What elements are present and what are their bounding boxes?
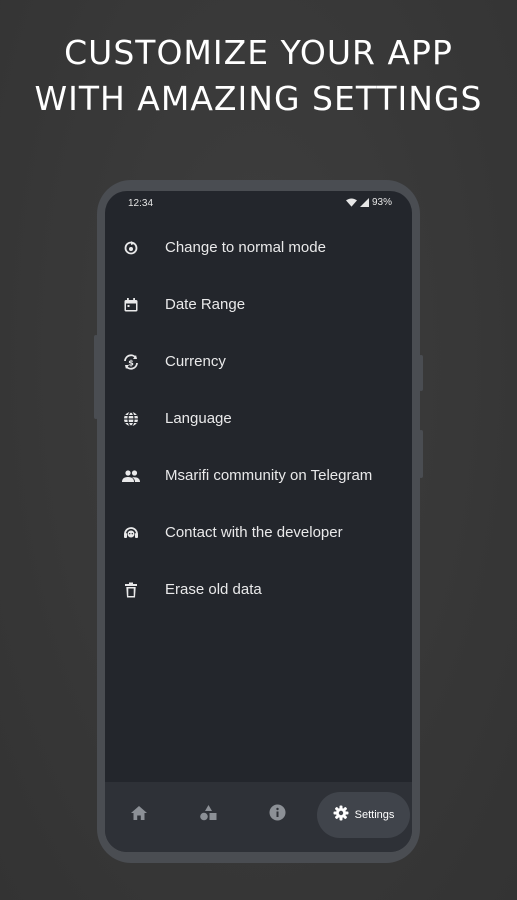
trash-icon <box>122 581 140 599</box>
people-icon <box>122 467 140 485</box>
shapes-icon <box>199 804 217 826</box>
info-icon <box>269 804 286 826</box>
nav-settings-label: Settings <box>354 809 395 821</box>
globe-icon <box>122 410 140 428</box>
currency-exchange-icon: $ <box>122 353 140 371</box>
svg-text:$: $ <box>128 358 134 367</box>
headline-line-2: WITH AMAZING SETTINGS <box>34 79 483 118</box>
menu-item-contact-developer[interactable]: Contact with the developer <box>105 504 412 561</box>
nav-home-button[interactable] <box>116 792 162 838</box>
menu-label: Erase old data <box>165 581 262 598</box>
menu-label: Currency <box>165 353 226 370</box>
phone-frame: 12:34 93% Change to normal mode Date Ran… <box>97 180 420 863</box>
support-agent-icon <box>122 524 140 542</box>
status-bar: 12:34 93% <box>105 191 412 217</box>
promo-canvas: CUSTOMIZE YOUR APP WITH AMAZING SETTINGS… <box>0 0 517 900</box>
menu-label: Contact with the developer <box>165 524 343 541</box>
menu-label: Change to normal mode <box>165 239 326 256</box>
status-indicators: 93% <box>345 197 392 208</box>
settings-menu: Change to normal mode Date Range $ Curre… <box>105 219 412 618</box>
menu-label: Language <box>165 410 232 427</box>
promo-headline: CUSTOMIZE YOUR APP WITH AMAZING SETTINGS <box>0 30 517 122</box>
menu-label: Date Range <box>165 296 246 313</box>
menu-item-language[interactable]: Language <box>105 390 412 447</box>
status-time: 12:34 <box>128 198 154 209</box>
menu-item-telegram-community[interactable]: Msarifi community on Telegram <box>105 447 412 504</box>
calendar-icon <box>122 296 140 314</box>
battery-level: 93% <box>371 197 392 208</box>
home-icon <box>131 805 147 825</box>
nav-settings-button[interactable]: Settings <box>317 792 410 838</box>
wifi-icon <box>345 198 357 207</box>
phone-screen: 12:34 93% Change to normal mode Date Ran… <box>105 191 412 852</box>
gear-icon <box>333 805 349 826</box>
nav-info-button[interactable] <box>254 792 300 838</box>
menu-item-date-range[interactable]: Date Range <box>105 276 412 333</box>
mode-switch-icon <box>122 239 140 257</box>
bottom-navigation: Settings <box>105 782 412 852</box>
nav-categories-button[interactable] <box>185 792 231 838</box>
menu-label: Msarifi community on Telegram <box>165 467 373 484</box>
signal-icon <box>359 198 369 207</box>
menu-item-erase-data[interactable]: Erase old data <box>105 561 412 618</box>
headline-line-1: CUSTOMIZE YOUR APP <box>64 33 453 72</box>
menu-item-normal-mode[interactable]: Change to normal mode <box>105 219 412 276</box>
menu-item-currency[interactable]: $ Currency <box>105 333 412 390</box>
